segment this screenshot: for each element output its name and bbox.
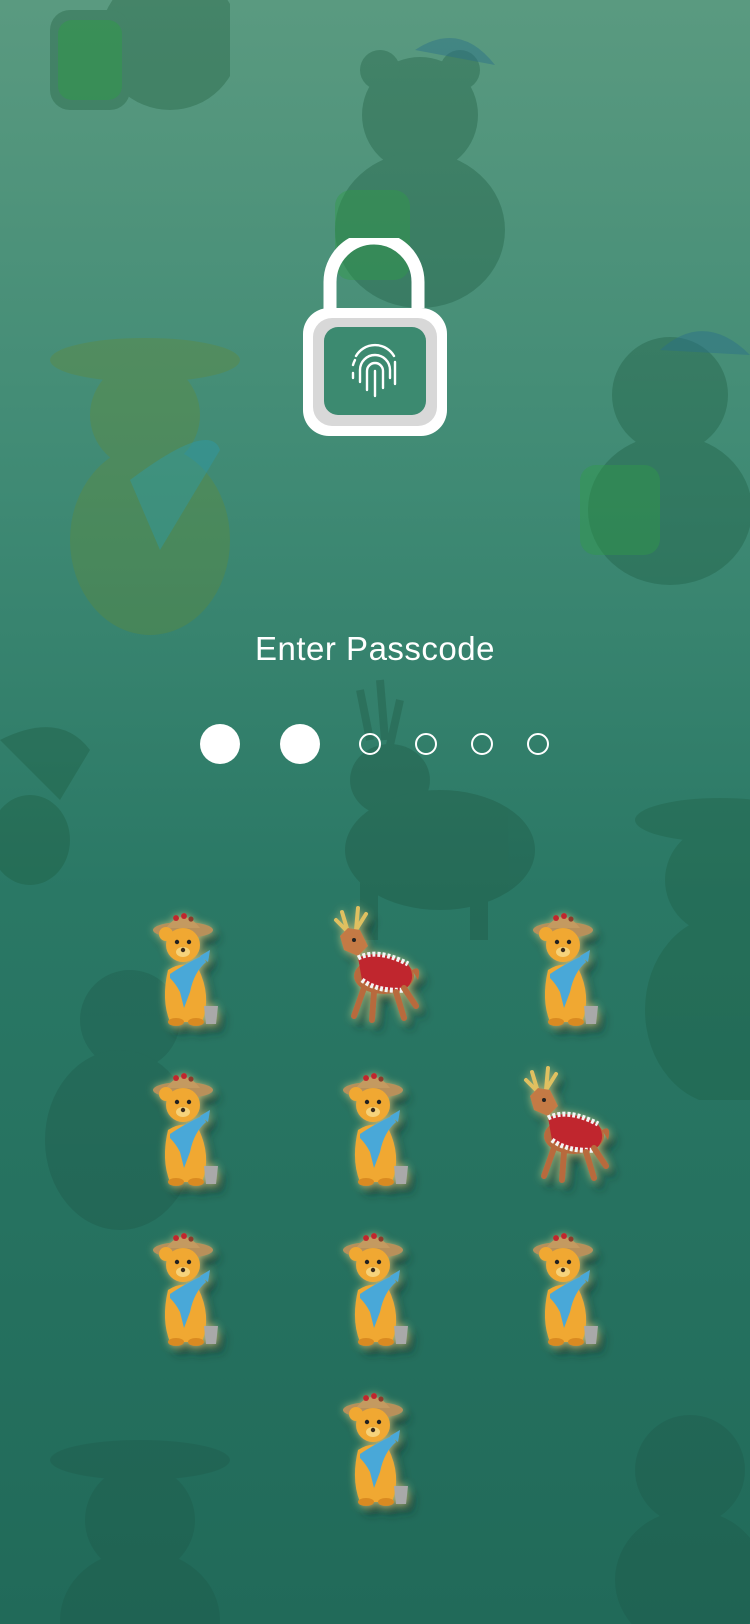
background-bear-decoration [615, 1415, 750, 1624]
keypad-key-bear-with-fish[interactable] [508, 900, 618, 1030]
keypad-key-bear-with-fish[interactable] [128, 900, 238, 1030]
passcode-dot-empty [471, 733, 493, 755]
bear-character-icon [343, 1393, 408, 1506]
background-bear-decoration [635, 798, 750, 1100]
bear-character-icon [153, 913, 218, 1026]
unlocked-padlock-icon [300, 231, 450, 442]
keypad-key-bear-with-fish[interactable] [318, 1220, 428, 1350]
bear-character-icon [533, 1233, 598, 1346]
background-bear-decoration [580, 331, 750, 585]
passcode-dot-filled [200, 724, 240, 764]
bear-character-icon [153, 1073, 218, 1186]
passcode-dot-empty [527, 733, 549, 755]
passcode-dot-filled [280, 724, 320, 764]
reindeer-character-icon [334, 906, 420, 1023]
keypad-key-bear-with-fish[interactable] [128, 1060, 238, 1190]
keypad-key-bear-with-fish[interactable] [318, 1060, 428, 1190]
background-bear-decoration [50, 0, 230, 110]
passcode-progress-dots [0, 722, 750, 766]
bear-character-icon [343, 1233, 408, 1346]
background-bear-decoration [50, 1440, 230, 1624]
keypad-key-reindeer-with-cape[interactable] [508, 1060, 618, 1190]
reindeer-character-icon [524, 1066, 610, 1183]
enter-passcode-title: Enter Passcode [255, 630, 495, 667]
keypad-key-bear-with-fish[interactable] [508, 1220, 618, 1350]
bear-character-icon [343, 1073, 408, 1186]
background-bear-decoration [50, 338, 240, 635]
bear-character-icon [153, 1233, 218, 1346]
passcode-dot-empty [359, 733, 381, 755]
keypad-key-bear-with-fish[interactable] [318, 1380, 428, 1510]
bear-character-icon [533, 913, 598, 1026]
passcode-screen: Enter Passcode [0, 0, 750, 1624]
keypad-key-reindeer-with-cape[interactable] [318, 900, 428, 1030]
keypad-key-bear-with-fish[interactable] [128, 1220, 238, 1350]
passcode-dot-empty [415, 733, 437, 755]
